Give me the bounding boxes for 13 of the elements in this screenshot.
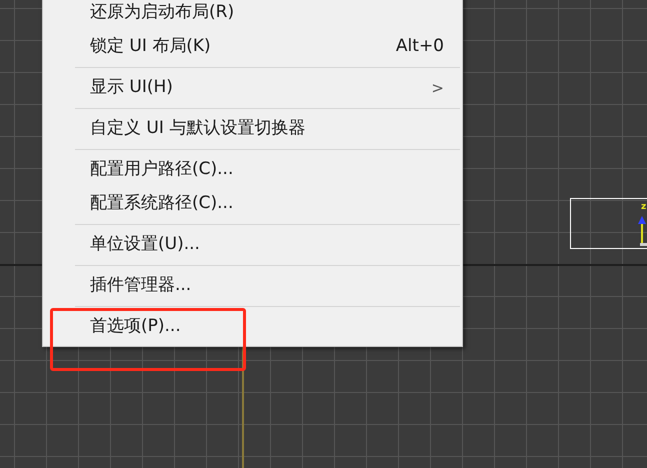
menu-item[interactable]: 配置用户路径(C)... bbox=[43, 153, 462, 187]
menu-item[interactable]: 单位设置(U)... bbox=[43, 228, 462, 262]
shortcut-label: Alt+0 bbox=[396, 35, 444, 58]
menu-item[interactable]: 配置系统路径(C)... bbox=[43, 187, 462, 221]
menu-item[interactable]: 锁定 UI 布局(K) Alt+0 bbox=[43, 30, 462, 64]
menu-item[interactable]: 显示 UI(H) > bbox=[43, 71, 462, 105]
menu-item[interactable]: 还原为启动布局(R) bbox=[43, 0, 462, 30]
axis-tripod-icon bbox=[638, 216, 647, 246]
menu-item[interactable]: 首选项(P)... bbox=[43, 310, 462, 344]
submenu-arrow: > bbox=[431, 78, 444, 99]
menu-item[interactable]: 插件管理器... bbox=[43, 269, 462, 303]
axis-label: z bbox=[641, 203, 646, 212]
menu-item[interactable]: 自定义 UI 与默认设置切换器 bbox=[43, 112, 462, 146]
